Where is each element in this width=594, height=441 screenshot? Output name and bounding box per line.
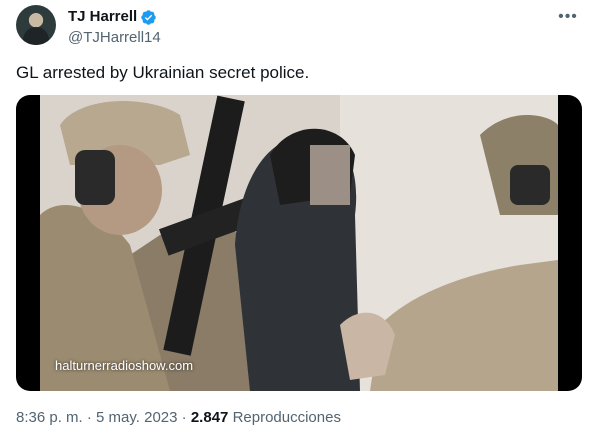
video-still-image xyxy=(40,95,558,391)
tweet-media-video[interactable]: halturnerradioshow.com xyxy=(16,95,582,391)
tweet-text: GL arrested by Ukrainian secret police. xyxy=(16,63,310,82)
verified-badge-icon[interactable] xyxy=(140,9,157,26)
video-frame: halturnerradioshow.com xyxy=(40,95,558,391)
video-watermark: halturnerradioshow.com xyxy=(55,358,194,373)
tweet-date[interactable]: 5 may. 2023 xyxy=(96,409,177,426)
meta-separator: · xyxy=(86,409,92,426)
more-options-icon[interactable]: ••• xyxy=(556,7,580,27)
author-handle[interactable]: @TJHarrell14 xyxy=(68,28,161,48)
tweet-meta: 8:36 p. m. · 5 may. 2023 · 2.847 Reprodu… xyxy=(16,408,341,428)
tweet-time[interactable]: 8:36 p. m. xyxy=(16,409,83,426)
author-display-name[interactable]: TJ Harrell xyxy=(68,7,137,27)
tweet-header: TJ Harrell @TJHarrell14 ••• xyxy=(16,5,582,47)
meta-separator: · xyxy=(181,409,187,426)
views-label: Reproducciones xyxy=(232,409,341,426)
author-avatar[interactable] xyxy=(16,5,56,45)
author-name-row: TJ Harrell xyxy=(68,7,157,27)
views-count: 2.847 xyxy=(190,409,229,426)
